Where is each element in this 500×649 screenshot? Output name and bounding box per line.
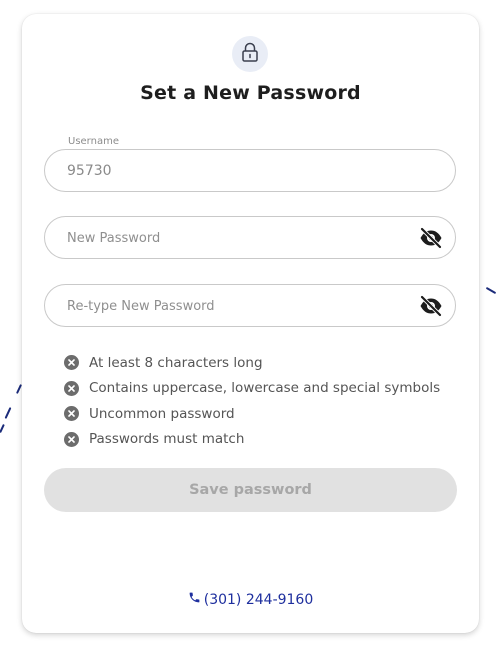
- background-dash: [485, 286, 497, 295]
- new-password-input[interactable]: [67, 217, 397, 258]
- x-circle-icon: [64, 355, 79, 371]
- eye-slash-icon[interactable]: [419, 227, 443, 249]
- x-circle-icon: [64, 406, 79, 422]
- password-card: Set a New Password Username 95730 At lea…: [22, 14, 479, 633]
- save-password-button[interactable]: Save password: [44, 468, 457, 512]
- x-circle-icon: [64, 380, 79, 396]
- requirement-label: At least 8 characters long: [89, 354, 263, 371]
- phone-number: (301) 244-9160: [203, 591, 314, 608]
- password-requirements: At least 8 characters long Contains uppe…: [64, 350, 440, 452]
- background-dash: [0, 423, 5, 434]
- requirement-item: At least 8 characters long: [64, 350, 440, 376]
- lock-icon: [241, 42, 259, 66]
- retype-password-input[interactable]: [67, 285, 397, 326]
- requirement-item: Uncommon password: [64, 401, 440, 427]
- phone-icon: [188, 591, 204, 608]
- support-phone-link[interactable]: (301) 244-9160: [22, 591, 479, 608]
- username-label: Username: [68, 136, 119, 147]
- lock-badge: [232, 36, 268, 72]
- requirement-label: Contains uppercase, lowercase and specia…: [89, 380, 441, 397]
- eye-slash-icon[interactable]: [419, 295, 443, 317]
- requirement-label: Passwords must match: [89, 431, 245, 448]
- retype-password-field[interactable]: [44, 284, 456, 327]
- x-circle-icon: [64, 431, 79, 447]
- requirement-item: Contains uppercase, lowercase and specia…: [64, 376, 440, 402]
- new-password-field[interactable]: [44, 216, 456, 259]
- requirement-label: Uncommon password: [89, 405, 235, 422]
- page-title: Set a New Password: [140, 82, 361, 104]
- username-field[interactable]: [44, 149, 456, 192]
- username-input[interactable]: [67, 150, 397, 191]
- requirement-item: Passwords must match: [64, 427, 440, 453]
- background-dash: [4, 407, 12, 419]
